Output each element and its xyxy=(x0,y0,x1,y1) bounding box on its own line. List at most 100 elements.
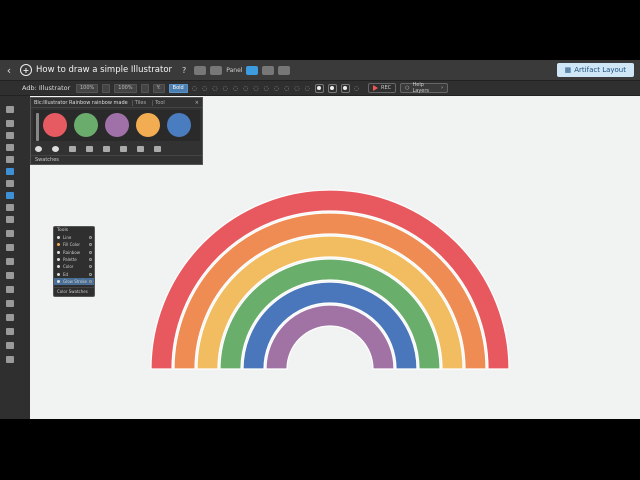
swatch-orange[interactable] xyxy=(136,113,160,137)
shape-builder-icon[interactable] xyxy=(6,258,14,265)
swatch-green[interactable] xyxy=(74,113,98,137)
settings-icon[interactable] xyxy=(278,65,291,75)
artboard-tool-icon[interactable] xyxy=(6,342,14,349)
layer-bullet-icon xyxy=(57,236,60,240)
panel-label: Panel xyxy=(226,66,243,74)
symbol-tool-icon[interactable] xyxy=(6,314,14,321)
layer-item[interactable]: Line xyxy=(54,234,94,241)
font-weight-field[interactable]: Bold xyxy=(168,83,188,93)
new-swatch-icon[interactable] xyxy=(120,146,127,152)
help-icon[interactable]: ? xyxy=(182,66,186,75)
x-field[interactable] xyxy=(140,83,149,93)
effect-toggle[interactable] xyxy=(340,83,350,93)
mask-icon[interactable]: ◌ xyxy=(304,85,309,92)
layer-bullet-icon xyxy=(57,250,60,254)
layer-item[interactable]: Color xyxy=(54,263,94,270)
blend-tool-icon[interactable] xyxy=(6,300,14,307)
folder-icon[interactable] xyxy=(103,146,110,152)
line-tool-icon[interactable] xyxy=(6,156,14,163)
control-bar: Adb: Illustrator 100% 100% Y: Bold ◌ ◌ ◌… xyxy=(0,80,640,96)
zoom-field[interactable]: 100% xyxy=(76,83,99,93)
width-field[interactable] xyxy=(102,83,111,93)
arrange-icon[interactable]: ◌ xyxy=(243,85,248,92)
graph-tool-icon[interactable] xyxy=(6,328,14,335)
visibility-icon[interactable] xyxy=(89,272,92,276)
y-field[interactable]: Y: xyxy=(152,83,165,93)
layers-footer: Color Swatches xyxy=(54,287,94,294)
close-icon[interactable]: × xyxy=(195,100,199,106)
more-icon[interactable]: ◌ xyxy=(354,85,359,92)
visibility-icon[interactable] xyxy=(89,279,92,283)
pen-tool-icon[interactable] xyxy=(6,132,14,139)
layer-item[interactable]: Rainbow xyxy=(54,249,94,256)
scale-field[interactable]: 100% xyxy=(114,83,137,93)
tab-tool[interactable]: Tool xyxy=(152,99,167,106)
layer-item[interactable]: Palette xyxy=(54,256,94,263)
scale-tool-icon[interactable] xyxy=(6,230,14,237)
layout-icon: ▦ xyxy=(564,66,572,74)
align-center-icon[interactable]: ◌ xyxy=(202,85,207,92)
new-group-icon[interactable] xyxy=(86,146,93,152)
distribute-icon[interactable]: ◌ xyxy=(222,85,227,92)
visibility-icon[interactable] xyxy=(89,265,92,269)
direct-select-tool-icon[interactable] xyxy=(6,120,14,127)
visibility-icon[interactable] xyxy=(89,243,92,247)
layer-item[interactable]: Fill Color xyxy=(54,241,94,248)
eraser-tool-icon[interactable] xyxy=(6,204,14,211)
group-icon[interactable]: ◌ xyxy=(253,85,258,92)
swatch-scrollbar[interactable] xyxy=(36,113,39,141)
align-right-icon[interactable]: ◌ xyxy=(212,85,217,92)
fill-toggle[interactable] xyxy=(314,83,324,93)
selection-tool-icon[interactable] xyxy=(6,106,14,113)
layout-button[interactable]: ▦ Artifact Layout xyxy=(556,63,634,77)
stroke-icon[interactable]: ◌ xyxy=(284,85,289,92)
record-button[interactable]: REC xyxy=(367,83,397,93)
swatch-library-icon[interactable] xyxy=(35,146,42,152)
shape-tool-icon[interactable] xyxy=(6,168,14,175)
swatch-blue[interactable] xyxy=(167,113,191,137)
rotate-tool-icon[interactable] xyxy=(6,216,14,223)
app-window: ‹ + How to draw a simple Illustrator ? P… xyxy=(0,60,640,419)
layer-bullet-icon xyxy=(57,279,60,283)
sync-icon[interactable] xyxy=(246,65,259,75)
tools-panel xyxy=(0,96,30,419)
pencil-tool-icon[interactable] xyxy=(6,192,14,199)
gradient-tool-icon[interactable] xyxy=(6,272,14,279)
swatch-actions xyxy=(31,143,202,155)
back-icon[interactable]: ‹ xyxy=(2,64,16,77)
transform-icon[interactable]: ◌ xyxy=(233,85,238,92)
help-search-input[interactable]: ○ Help Layers › xyxy=(400,82,449,94)
visibility-icon[interactable] xyxy=(89,236,92,240)
visibility-icon[interactable] xyxy=(89,250,92,254)
brush-tool-icon[interactable] xyxy=(6,180,14,187)
align-left-icon[interactable]: ◌ xyxy=(192,85,197,92)
duplicate-icon[interactable] xyxy=(137,146,144,152)
layer-item[interactable]: Ed xyxy=(54,270,94,277)
swatch-kind-icon[interactable] xyxy=(52,146,59,152)
type-tool-icon[interactable] xyxy=(6,144,14,151)
swatch-purple[interactable] xyxy=(105,113,129,137)
layer-item-selected[interactable]: Glow Stroke xyxy=(54,277,94,286)
tab-tiles[interactable]: Tiles xyxy=(131,99,148,106)
swatch-row xyxy=(33,110,200,141)
hand-tool-icon[interactable] xyxy=(6,356,14,363)
export-icon[interactable] xyxy=(262,65,275,75)
record-label: REC xyxy=(380,85,392,91)
warp-icon[interactable]: ◌ xyxy=(274,85,279,92)
eyedropper-tool-icon[interactable] xyxy=(6,286,14,293)
stroke-toggle[interactable] xyxy=(327,83,337,93)
layer-bullet-icon xyxy=(57,243,60,247)
layer-bullet-icon xyxy=(57,272,60,276)
visibility-icon[interactable] xyxy=(89,258,92,262)
opacity-icon[interactable]: ◌ xyxy=(294,85,299,92)
pathfinder-icon[interactable]: ◌ xyxy=(263,85,268,92)
window-title: How to draw a simple Illustrator xyxy=(36,65,173,75)
trash-icon[interactable] xyxy=(154,146,161,152)
swatch-red[interactable] xyxy=(43,113,67,137)
swatch-options-icon[interactable] xyxy=(69,146,76,152)
layers-panel: Tools Line Fill Color Rainbow Palette Co… xyxy=(53,226,95,297)
width-tool-icon[interactable] xyxy=(6,244,14,251)
share-icon[interactable] xyxy=(194,65,207,75)
swatches-panel-title: Blc:Illustrator Rainbow rainbow made xyxy=(34,99,128,106)
cloud-icon[interactable] xyxy=(210,65,223,75)
